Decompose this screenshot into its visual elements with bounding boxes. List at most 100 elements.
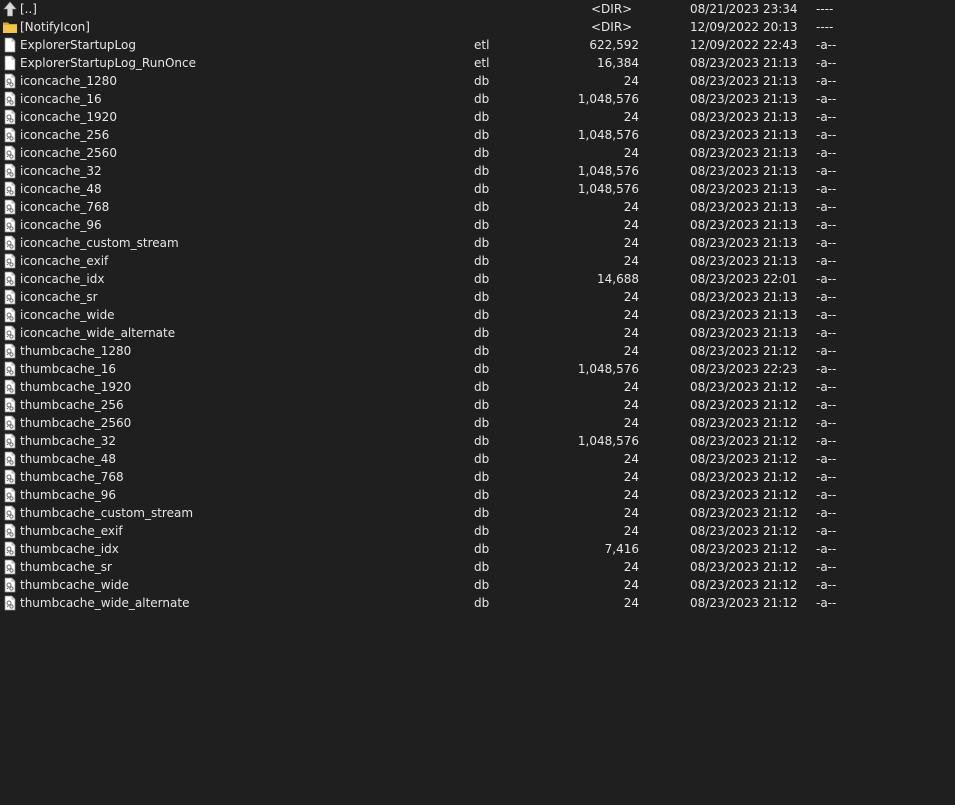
file-date: 08/23/2023 21:13	[690, 92, 798, 106]
file-row[interactable]: thumbcache_wide db 24 08/23/2023 21:12 -a--	[0, 576, 955, 594]
db-file-icon	[2, 559, 18, 575]
file-ext: db	[474, 344, 490, 358]
file-row[interactable]: thumbcache_96 db 24 08/23/2023 21:12 -a--	[0, 486, 955, 504]
file-row[interactable]: thumbcache_1920 db 24 08/23/2023 21:12 -a--	[0, 378, 955, 396]
db-file-icon	[2, 217, 18, 233]
file-row[interactable]: iconcache_256 db 1,048,576 08/23/2023 21:13…	[0, 126, 955, 144]
file-name: ExplorerStartupLog	[20, 38, 136, 52]
file-size: 24	[623, 200, 639, 214]
db-file-icon	[2, 163, 18, 179]
file-attributes: -a--	[816, 416, 837, 430]
file-size: 622,592	[589, 38, 639, 52]
file-row[interactable]: thumbcache_sr db 24 08/23/2023 21:12 -a--	[0, 558, 955, 576]
file-row[interactable]: iconcache_exif db 24 08/23/2023 21:13 -a--	[0, 252, 955, 270]
db-file-icon	[2, 109, 18, 125]
db-file-icon	[2, 235, 18, 251]
file-row[interactable]: thumbcache_16 db 1,048,576 08/23/2023 22:23…	[0, 360, 955, 378]
file-row[interactable]: thumbcache_1280 db 24 08/23/2023 21:12 -a--	[0, 342, 955, 360]
file-row[interactable]: thumbcache_2560 db 24 08/23/2023 21:12 -a--	[0, 414, 955, 432]
file-row[interactable]: iconcache_32 db 1,048,576 08/23/2023 21:13 -…	[0, 162, 955, 180]
file-attributes: -a--	[816, 92, 837, 106]
file-size: 24	[623, 308, 639, 322]
file-size: 7,416	[604, 542, 639, 556]
db-file-icon	[2, 523, 18, 539]
db-file-icon	[2, 595, 18, 611]
file-row[interactable]: thumbcache_wide_alternate db 24 08/23/2023 …	[0, 594, 955, 612]
file-attributes: -a--	[816, 128, 837, 142]
file-row[interactable]: thumbcache_768 db 24 08/23/2023 21:12 -a--	[0, 468, 955, 486]
db-file-icon	[2, 505, 18, 521]
file-date: 08/23/2023 21:13	[690, 182, 798, 196]
file-row[interactable]: thumbcache_48 db 24 08/23/2023 21:12 -a--	[0, 450, 955, 468]
file-row[interactable]: iconcache_1920 db 24 08/23/2023 21:13 -a--	[0, 108, 955, 126]
file-ext: db	[474, 290, 490, 304]
file-row[interactable]: thumbcache_32 db 1,048,576 08/23/2023 21:12…	[0, 432, 955, 450]
parent-dir-row[interactable]: [..] <DIR> 08/21/2023 23:34 ----	[0, 0, 955, 18]
file-name: thumbcache_96	[20, 488, 117, 502]
file-date: 12/09/2022 22:43	[690, 38, 798, 52]
file-size: 24	[623, 344, 639, 358]
file-list-panel: [..] <DIR> 08/21/2023 23:34 ---- [NotifyIcon…	[0, 0, 955, 805]
file-ext: db	[474, 74, 490, 88]
file-date: 08/23/2023 21:13	[690, 254, 798, 268]
file-name: iconcache_sr	[20, 290, 98, 304]
file-row[interactable]: iconcache_1280 db 24 08/23/2023 21:13 -a--	[0, 72, 955, 90]
file-attributes: -a--	[816, 398, 837, 412]
file-row[interactable]: iconcache_wide_alternate db 24 08/23/2023 2…	[0, 324, 955, 342]
file-row[interactable]: ExplorerStartupLog etl 622,592 12/09/2022 2…	[0, 36, 955, 54]
file-attributes: -a--	[816, 74, 837, 88]
folder-row[interactable]: [NotifyIcon] <DIR> 12/09/2022 20:13 ----	[0, 18, 955, 36]
db-file-icon	[2, 181, 18, 197]
file-size: 1,048,576	[577, 434, 639, 448]
db-file-icon	[2, 73, 18, 89]
file-row[interactable]: thumbcache_256 db 24 08/23/2023 21:12 -a--	[0, 396, 955, 414]
file-size: 24	[623, 74, 639, 88]
file-size: 24	[623, 110, 639, 124]
file-size: 24	[623, 380, 639, 394]
file-size: 1,048,576	[577, 164, 639, 178]
file-ext: db	[474, 308, 490, 322]
file-date: 08/23/2023 22:01	[690, 272, 798, 286]
file-date: 08/23/2023 21:13	[690, 146, 798, 160]
file-row[interactable]: iconcache_16 db 1,048,576 08/23/2023 21:13 -…	[0, 90, 955, 108]
file-attributes: -a--	[816, 362, 837, 376]
file-date: 08/23/2023 21:12	[690, 470, 798, 484]
file-attributes: -a--	[816, 146, 837, 160]
file-ext: etl	[474, 38, 490, 52]
file-name: iconcache_1280	[20, 74, 117, 88]
file-row[interactable]: iconcache_48 db 1,048,576 08/23/2023 21:13 -…	[0, 180, 955, 198]
file-attributes: -a--	[816, 578, 837, 592]
file-size: 24	[623, 218, 639, 232]
file-ext: db	[474, 272, 490, 286]
file-row[interactable]: iconcache_custom_stream db 24 08/23/2023 21…	[0, 234, 955, 252]
file-row[interactable]: thumbcache_exif db 24 08/23/2023 21:12 -a--	[0, 522, 955, 540]
file-name: iconcache_32	[20, 164, 102, 178]
db-file-icon	[2, 469, 18, 485]
file-ext: db	[474, 326, 490, 340]
file-size: 24	[623, 596, 639, 610]
file-name: [..]	[20, 2, 37, 16]
db-file-icon	[2, 91, 18, 107]
file-name: thumbcache_1280	[20, 344, 132, 358]
file-ext: db	[474, 128, 490, 142]
file-row[interactable]: thumbcache_idx db 7,416 08/23/2023 21:12 -a-…	[0, 540, 955, 558]
file-name: iconcache_16	[20, 92, 102, 106]
file-date: 08/23/2023 21:13	[690, 326, 798, 340]
file-size: <DIR>	[591, 20, 633, 34]
file-ext: db	[474, 560, 490, 574]
file-name: thumbcache_768	[20, 470, 124, 484]
file-row[interactable]: ExplorerStartupLog_RunOnce etl 16,384 08/23…	[0, 54, 955, 72]
file-row[interactable]: iconcache_768 db 24 08/23/2023 21:13 -a--	[0, 198, 955, 216]
file-date: 08/23/2023 21:12	[690, 380, 798, 394]
db-file-icon	[2, 577, 18, 593]
file-row[interactable]: iconcache_sr db 24 08/23/2023 21:13 -a--	[0, 288, 955, 306]
file-row[interactable]: iconcache_2560 db 24 08/23/2023 21:13 -a--	[0, 144, 955, 162]
file-row[interactable]: thumbcache_custom_stream db 24 08/23/2023 2…	[0, 504, 955, 522]
file-date: 08/23/2023 21:12	[690, 506, 798, 520]
file-size: 24	[623, 398, 639, 412]
file-row[interactable]: iconcache_wide db 24 08/23/2023 21:13 -a--	[0, 306, 955, 324]
file-name: thumbcache_32	[20, 434, 117, 448]
file-ext: db	[474, 146, 490, 160]
file-row[interactable]: iconcache_idx db 14,688 08/23/2023 22:01 -a-…	[0, 270, 955, 288]
file-row[interactable]: iconcache_96 db 24 08/23/2023 21:13 -a--	[0, 216, 955, 234]
